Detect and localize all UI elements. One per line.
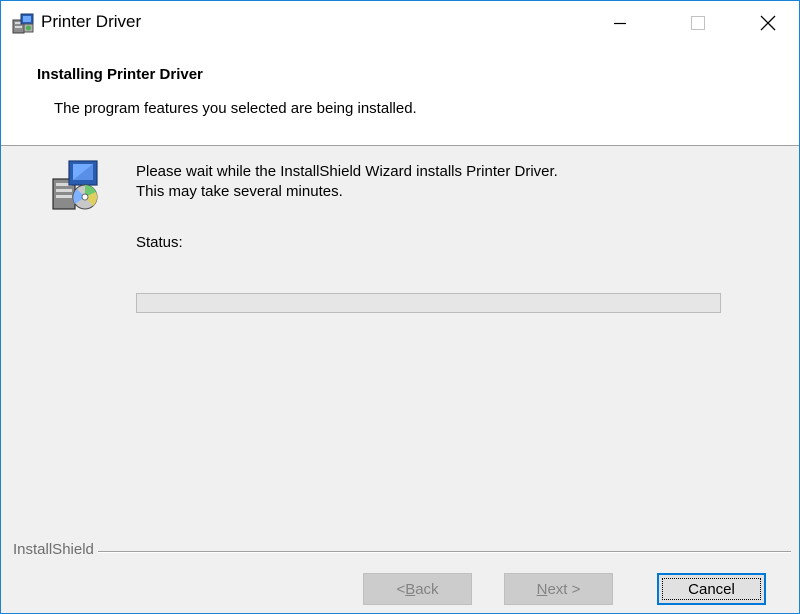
- printer-setup-icon: [12, 12, 34, 34]
- wait-message-line-2: This may take several minutes.: [136, 183, 343, 200]
- back-button-mnemonic: B: [405, 580, 416, 598]
- close-icon: [760, 15, 776, 31]
- back-button[interactable]: < Back: [363, 573, 472, 605]
- wait-message-line-1: Please wait while the InstallShield Wiza…: [136, 163, 558, 180]
- footer-divider: [13, 551, 791, 553]
- back-button-prefix: <: [396, 580, 406, 598]
- next-button-rest: ext >: [547, 580, 581, 598]
- installer-disc-icon: [49, 159, 101, 211]
- cancel-button-label: Cancel: [688, 580, 735, 598]
- minimize-button[interactable]: [589, 1, 651, 45]
- close-button[interactable]: [737, 1, 799, 45]
- maximize-icon: [691, 16, 705, 30]
- wait-message: Please wait while the InstallShield Wiza…: [136, 162, 558, 202]
- install-progress-bar: [136, 293, 721, 313]
- header-banner: Installing Printer Driver The program fe…: [1, 45, 799, 146]
- status-label-text: Status:: [136, 234, 183, 251]
- page-subtitle: The program features you selected are be…: [54, 100, 417, 117]
- window-title: Printer Driver: [41, 12, 142, 31]
- installer-window: Printer Driver Installing Printer Driver…: [0, 0, 800, 614]
- status-label: Status:: [136, 234, 183, 251]
- next-button-mnemonic: N: [536, 580, 548, 598]
- minimize-icon: [614, 22, 626, 25]
- installshield-brand: InstallShield: [13, 541, 98, 558]
- page-title: Installing Printer Driver: [37, 66, 203, 83]
- maximize-button: [667, 1, 729, 45]
- title-bar[interactable]: Printer Driver: [1, 1, 799, 45]
- back-button-rest: ack: [415, 580, 439, 598]
- next-button[interactable]: Next >: [504, 573, 613, 605]
- cancel-button[interactable]: Cancel: [657, 573, 766, 605]
